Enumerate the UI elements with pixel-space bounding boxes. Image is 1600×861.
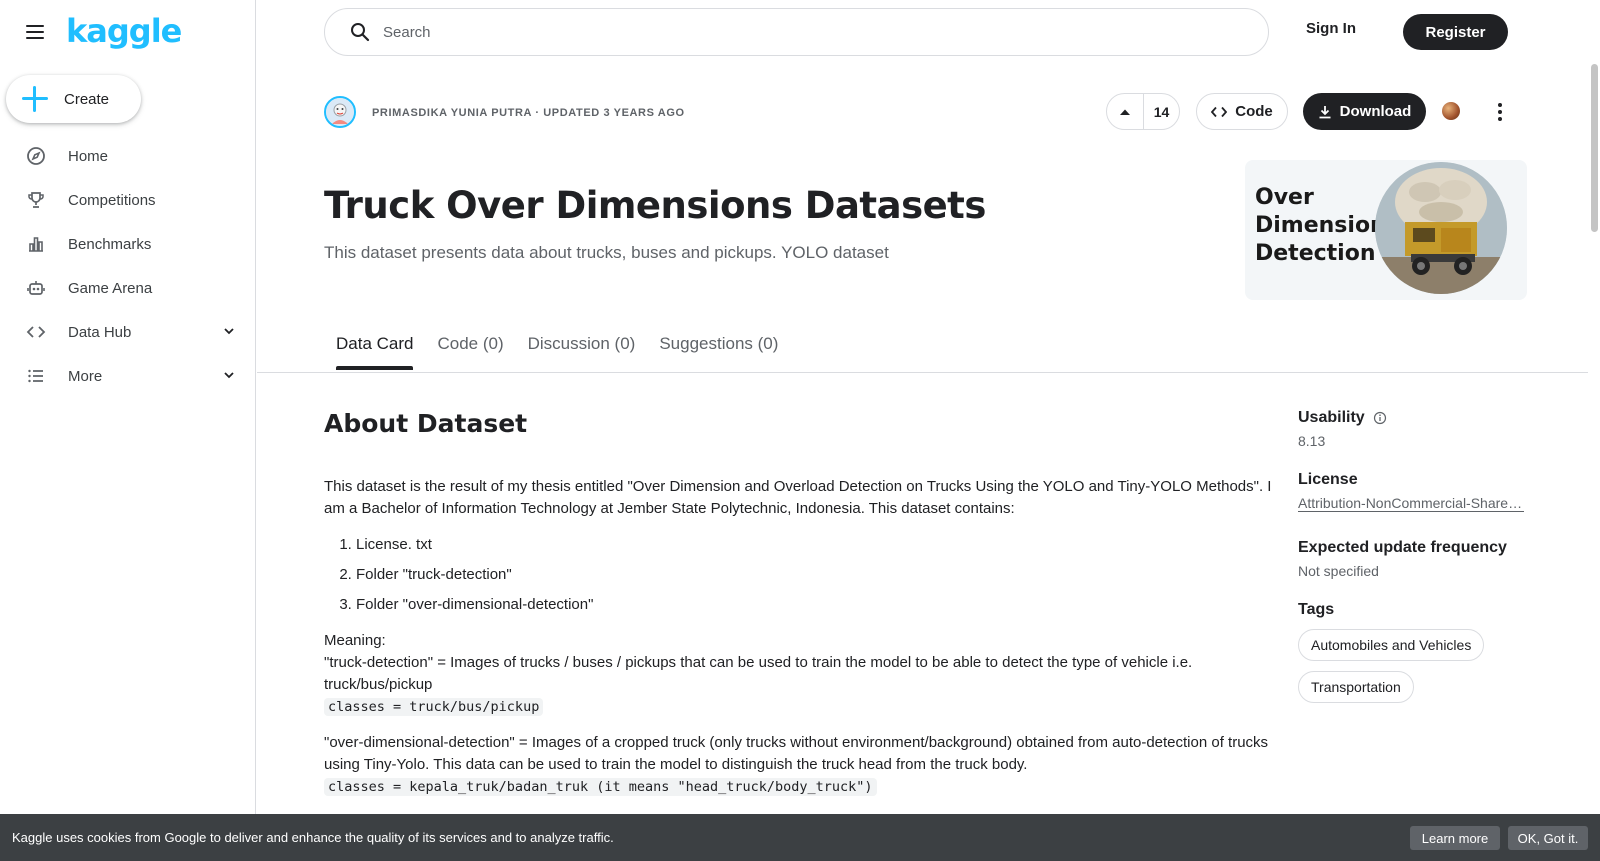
contents-list: License. txt Folder "truck-detection" Fo… [356,534,1274,616]
list-icon [26,366,46,386]
chevron-down-icon[interactable] [222,324,236,343]
menu-icon[interactable] [24,22,48,42]
trophy-icon [26,190,46,210]
truck-photo [1375,162,1507,294]
create-button[interactable]: Create [6,75,141,123]
register-button[interactable]: Register [1403,14,1508,50]
code-icon [1211,106,1228,117]
code-icon [26,322,46,342]
caret-up-icon [1120,109,1130,115]
search-input[interactable] [383,23,1183,41]
over-dimensional-classes: classes = kepala_truk/badan_truk (it mea… [324,778,877,796]
update-frequency-label: Expected update frequency [1298,539,1507,556]
update-frequency-value: Not specified [1298,563,1379,579]
tab-bar: Data Card Code (0) Discussion (0) Sugges… [336,334,802,370]
page-title: Truck Over Dimensions Datasets [324,184,986,227]
avatar[interactable] [324,96,356,128]
about-heading: About Dataset [324,409,528,438]
upvote-count: 14 [1153,103,1170,120]
over-dimensional-description: "over-dimensional-detection" = Images of… [324,734,1269,773]
download-button-label: Download [1339,103,1412,120]
sidebar-item-label: Home [68,147,109,165]
usability-value: 8.13 [1298,433,1326,449]
more-vert-icon[interactable] [1490,100,1510,124]
metadata-panel: Usability 8.13 License Attribution-NonCo… [1298,409,1538,703]
kaggle-logo[interactable]: kaggle [66,12,182,50]
dataset-cover-image: Over Dimension Detection [1245,160,1527,300]
upvote-button[interactable] [1107,94,1144,129]
sidebar-item-label: Benchmarks [68,235,152,253]
usability-label: Usability [1298,409,1538,427]
sidebar: kaggle Create Home Competitions Benchmar… [0,0,256,861]
sidebar-item-label: Game Arena [68,279,153,297]
plus-icon [22,86,48,112]
license-label: License [1298,471,1358,488]
page-subtitle: This dataset presents data about trucks,… [324,243,889,262]
sidebar-item-benchmarks[interactable]: Benchmarks [0,222,256,266]
intro-paragraph: This dataset is the result of my thesis … [324,478,1272,517]
cover-line: Dimension [1255,213,1386,238]
compass-icon [26,146,46,166]
search-icon [349,21,371,43]
cover-line: Detection [1255,241,1376,266]
tabs-divider [257,372,1588,373]
sidebar-item-label: Competitions [68,191,156,209]
cookie-text: Kaggle uses cookies from Google to deliv… [12,830,614,845]
dataset-byline: PRIMASDIKA YUNIA PUTRA · UPDATED 3 YEARS… [372,107,685,119]
create-label: Create [64,90,110,108]
download-button[interactable]: Download [1303,93,1426,130]
truck-detection-classes: classes = truck/bus/pickup [324,698,544,716]
usability-label-text: Usability [1298,409,1365,426]
scrollbar-thumb[interactable] [1591,64,1598,232]
dataset-description: This dataset is the result of my thesis … [324,476,1274,798]
list-item: License. txt [356,534,1274,556]
robot-icon [26,278,46,298]
cookie-banner: Kaggle uses cookies from Google to deliv… [0,814,1600,861]
tags-label: Tags [1298,601,1335,618]
tab-code[interactable]: Code (0) [437,334,503,366]
bar-chart-icon [26,234,46,254]
search-bar[interactable] [324,8,1269,56]
tag-chip[interactable]: Transportation [1298,671,1414,703]
meaning-label: Meaning: [324,632,386,649]
list-item: Folder "over-dimensional-detection" [356,594,1274,616]
tag-chip[interactable]: Automobiles and Vehicles [1298,629,1485,661]
cover-line: Over [1255,185,1314,210]
code-button-label: Code [1235,103,1273,120]
info-icon[interactable] [1373,411,1387,425]
tab-suggestions[interactable]: Suggestions (0) [659,334,778,366]
sidebar-item-data-hub[interactable]: Data Hub [0,310,256,354]
tab-data-card[interactable]: Data Card [336,334,414,370]
sidebar-item-home[interactable]: Home [0,134,256,178]
license-link[interactable]: Attribution-NonCommercial-ShareAlike 4.0… [1298,495,1524,512]
code-button[interactable]: Code [1196,93,1288,130]
sign-in-button[interactable]: Sign In [1306,20,1356,37]
truck-detection-description: "truck-detection" = Images of trucks / b… [324,654,1193,693]
sidebar-item-game-arena[interactable]: Game Arena [0,266,256,310]
cookie-ok-button[interactable]: OK, Got it. [1508,826,1588,850]
sidebar-item-more[interactable]: More [0,354,256,398]
sidebar-nav: Home Competitions Benchmarks Game Arena … [0,134,256,398]
sidebar-item-competitions[interactable]: Competitions [0,178,256,222]
learn-more-button[interactable]: Learn more [1410,826,1500,850]
scrollbar[interactable] [1588,0,1600,861]
sidebar-item-label: Data Hub [68,323,132,341]
bronze-medal-icon[interactable] [1442,102,1460,120]
cover-text: Over Dimension Detection [1255,184,1386,268]
list-item: Folder "truck-detection" [356,564,1274,586]
sidebar-item-label: More [68,367,103,385]
chevron-down-icon[interactable] [222,368,236,387]
upvote-group: 14 [1106,93,1180,130]
tab-discussion[interactable]: Discussion (0) [528,334,636,366]
tag-list: Automobiles and Vehicles Transportation [1298,619,1538,703]
download-icon [1319,105,1331,118]
